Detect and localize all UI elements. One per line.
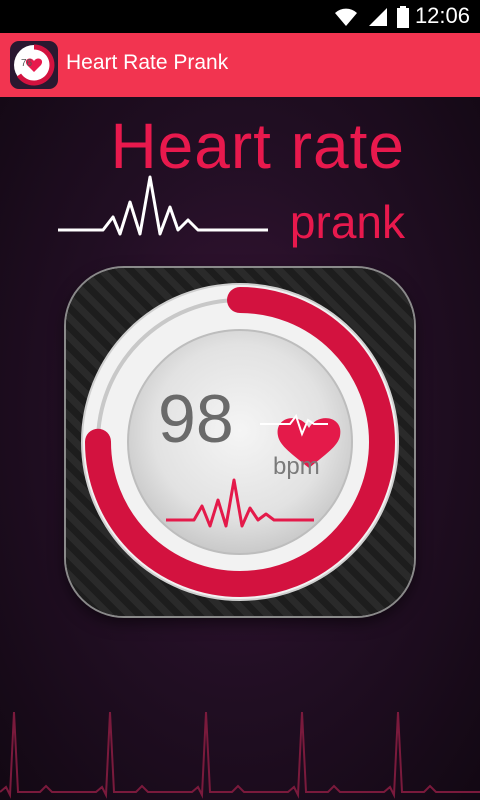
app-title: Heart Rate Prank (66, 51, 229, 74)
main-content: Heart rate prank 98 bpm (0, 97, 480, 800)
heartbeat-line-icon (58, 175, 268, 236)
status-bar: 12:06 (0, 0, 480, 33)
status-time: 12:06 (414, 3, 470, 28)
status-icons (334, 6, 410, 28)
bpm-unit: bpm (273, 453, 320, 480)
signal-icon (369, 8, 387, 26)
bpm-value: 98 (158, 381, 234, 457)
app-icon[interactable]: 76 (10, 41, 58, 89)
decorative-heartbeat-waves (0, 711, 480, 799)
wifi-icon (335, 8, 357, 26)
header-subtitle: prank (289, 196, 405, 248)
action-bar: 76 Heart Rate Prank (0, 33, 480, 97)
svg-text:76: 76 (21, 58, 33, 69)
heart-rate-gauge[interactable] (66, 268, 414, 616)
battery-icon (397, 6, 409, 28)
